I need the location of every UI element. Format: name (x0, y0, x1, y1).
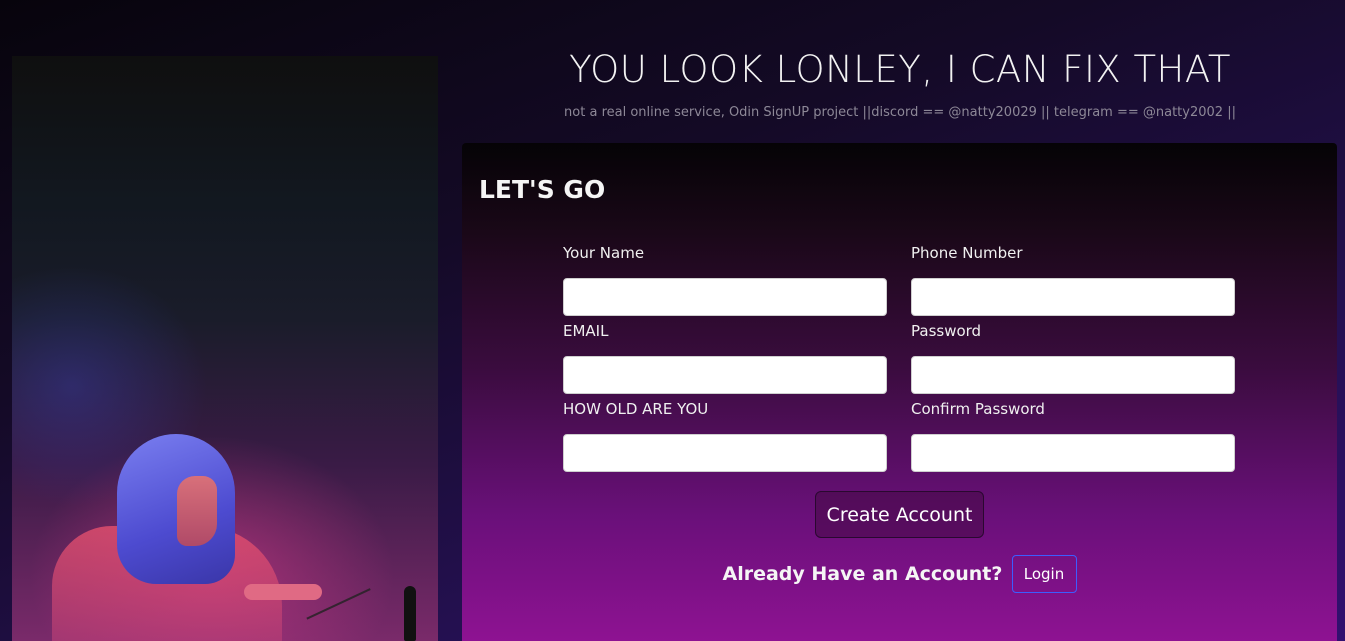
distant-silhouette (404, 586, 416, 641)
phone-input[interactable] (911, 278, 1235, 316)
email-label: EMAIL (563, 322, 609, 340)
create-account-button[interactable]: Create Account (815, 491, 984, 538)
age-field-group: HOW OLD ARE YOU (563, 398, 887, 472)
figure-hand (244, 584, 322, 600)
login-prompt: Already Have an Account? (722, 563, 1003, 585)
age-input[interactable] (563, 434, 887, 472)
confirm-password-input[interactable] (911, 434, 1235, 472)
phone-field-group: Phone Number (911, 242, 1235, 316)
name-input[interactable] (563, 278, 887, 316)
login-button[interactable]: Login (1011, 555, 1077, 593)
figure-hair (117, 434, 235, 584)
name-field-group: Your Name (563, 242, 887, 316)
signup-form-card: LET'S GO Your Name Phone Number EMAIL Pa… (462, 143, 1337, 641)
page-header: YOU LOOK LONLEY, I CAN FIX THAT not a re… (462, 40, 1338, 122)
hero-image (12, 56, 438, 641)
name-label: Your Name (563, 244, 645, 262)
email-field-group: EMAIL (563, 320, 887, 394)
password-label: Password (911, 322, 982, 340)
confirm-password-field-group: Confirm Password (911, 398, 1235, 472)
password-field-group: Password (911, 320, 1235, 394)
confirm-password-label: Confirm Password (911, 400, 1045, 418)
phone-label: Phone Number (911, 244, 1023, 262)
page-subtitle: not a real online service, Odin SignUP p… (564, 105, 1236, 120)
login-row: Already Have an Account? Login (462, 555, 1337, 593)
email-input[interactable] (563, 356, 887, 394)
form-heading: LET'S GO (479, 175, 606, 204)
figure-face (177, 476, 217, 546)
age-label: HOW OLD ARE YOU (563, 400, 709, 418)
password-input[interactable] (911, 356, 1235, 394)
page-title: YOU LOOK LONLEY, I CAN FIX THAT (569, 48, 1231, 91)
